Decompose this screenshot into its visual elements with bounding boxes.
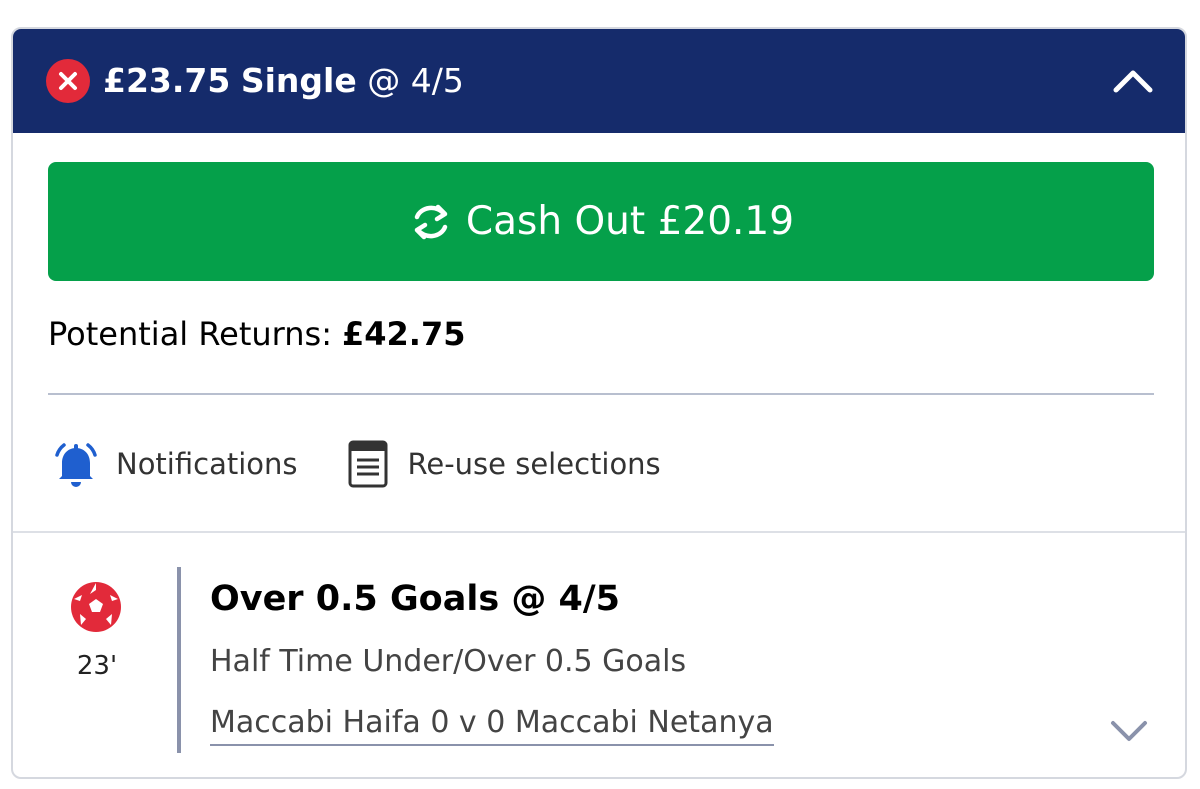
document-icon — [340, 436, 396, 492]
potential-returns: Potential Returns: £42.75 — [48, 315, 465, 353]
cash-out-label: Cash Out £20.19 — [465, 199, 795, 244]
bet-summary: £23.75 Single @ 4/5 — [103, 58, 464, 104]
selection-title: Over 0.5 Goals @ 4/5 — [210, 579, 621, 619]
match-time: 23' — [76, 651, 118, 681]
football-icon — [70, 581, 122, 633]
section-divider — [13, 531, 1185, 533]
chevron-down-icon[interactable] — [1107, 709, 1151, 753]
selection-indicator — [177, 567, 181, 753]
cash-out-button[interactable]: Cash Out £20.19 — [48, 162, 1154, 281]
notifications-label: Notifications — [116, 447, 298, 481]
chevron-up-icon[interactable] — [1111, 59, 1155, 103]
bell-icon — [48, 436, 104, 492]
potential-returns-label: Potential Returns: — [48, 315, 332, 353]
bet-odds: @ 4/5 — [367, 61, 464, 100]
bet-actions: Notifications Re-use selections — [48, 434, 703, 494]
reuse-selections-button[interactable]: Re-use selections — [340, 436, 661, 492]
divider — [48, 393, 1154, 395]
refresh-icon — [408, 199, 454, 245]
bet-card: £23.75 Single @ 4/5 Cash Out £20.19 Pote — [11, 27, 1187, 779]
event-link[interactable]: Maccabi Haifa 0 v 0 Maccabi Netanya — [210, 705, 774, 746]
notifications-button[interactable]: Notifications — [48, 436, 298, 492]
cross-icon — [46, 59, 90, 103]
bet-type: Single — [240, 61, 357, 100]
stake-amount: £23.75 — [103, 61, 231, 100]
potential-returns-value: £42.75 — [342, 315, 466, 353]
reuse-selections-label: Re-use selections — [407, 447, 661, 481]
bet-header[interactable]: £23.75 Single @ 4/5 — [13, 29, 1185, 133]
market-name: Half Time Under/Over 0.5 Goals — [210, 644, 687, 679]
